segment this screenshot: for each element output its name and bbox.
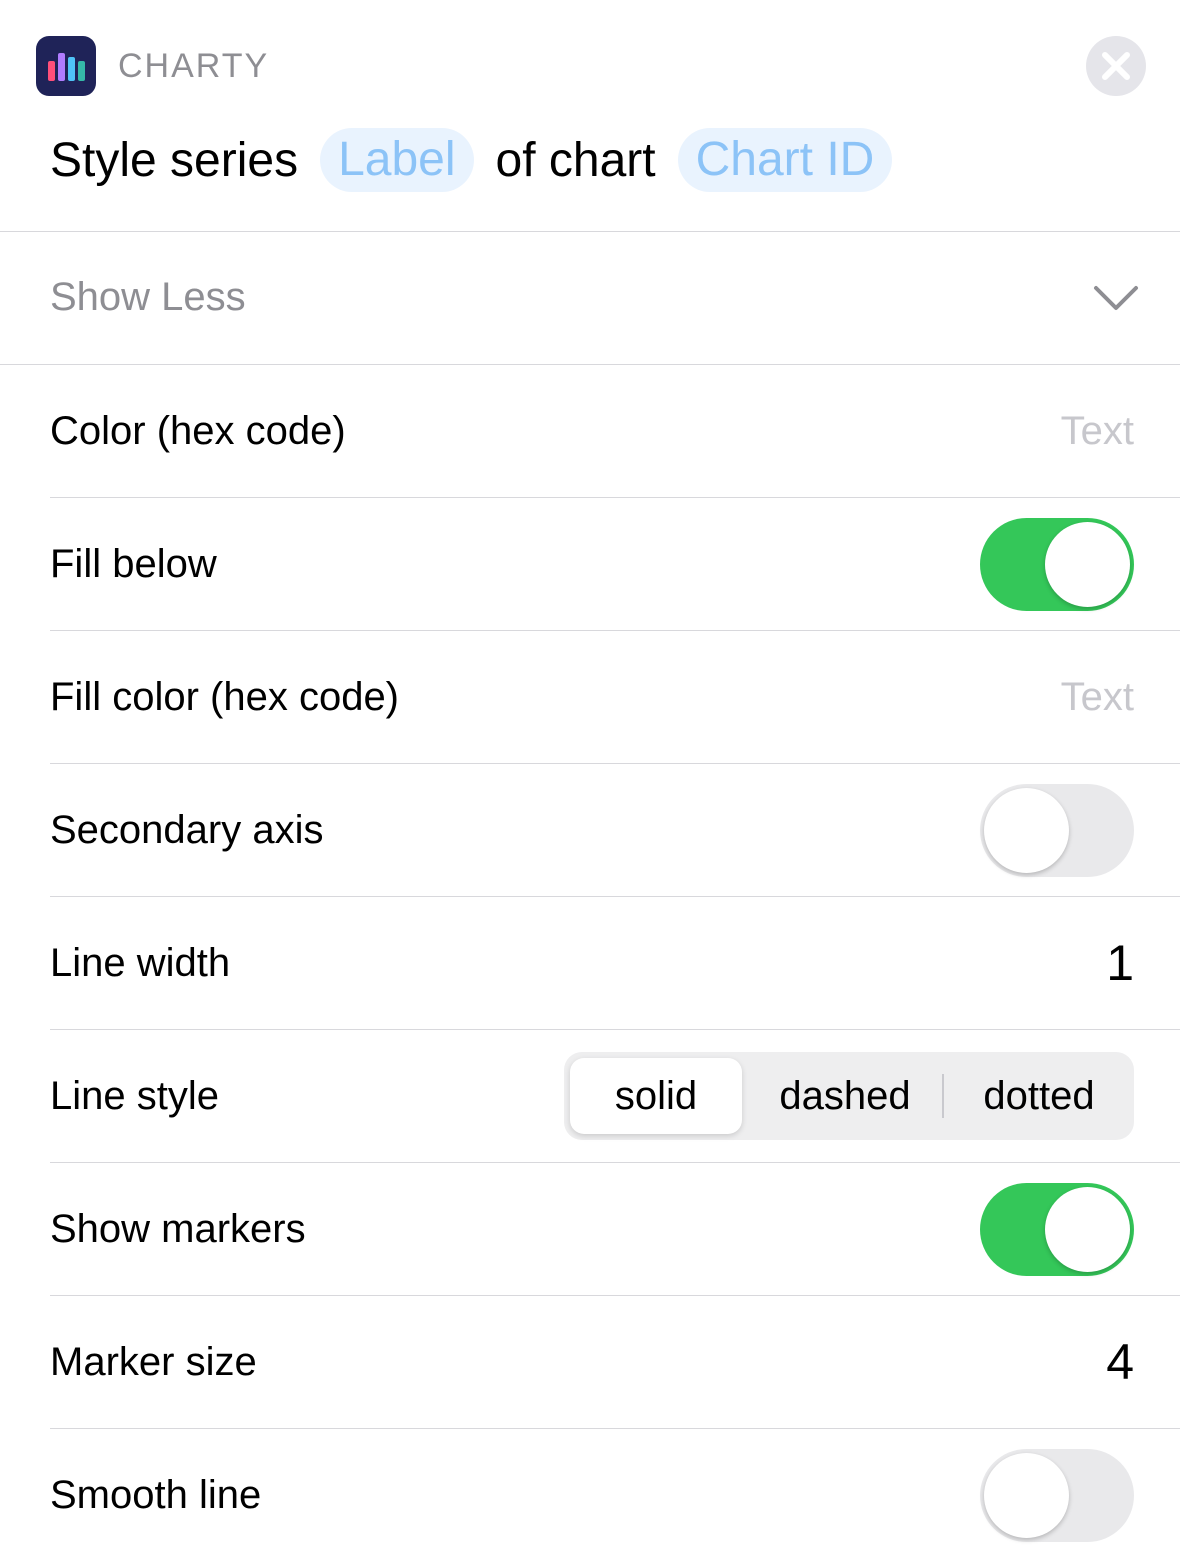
line-style-row: Line style solid dashed dotted xyxy=(50,1030,1180,1163)
title-text: Style series xyxy=(50,133,299,187)
line-width-label: Line width xyxy=(50,941,231,985)
label-token[interactable]: Label xyxy=(320,128,474,192)
color-input[interactable]: Text xyxy=(1061,365,1134,498)
chart-id-token[interactable]: Chart ID xyxy=(677,128,893,192)
smooth-line-toggle[interactable] xyxy=(980,1449,1134,1542)
fill-color-input[interactable]: Text xyxy=(1061,631,1134,764)
toggle-knob xyxy=(1045,1187,1130,1272)
secondary-axis-label: Secondary axis xyxy=(50,808,324,852)
segment-solid[interactable]: solid xyxy=(570,1058,742,1134)
smooth-line-label: Smooth line xyxy=(50,1473,262,1517)
color-label: Color (hex code) xyxy=(50,409,346,453)
line-style-segmented-control[interactable]: solid dashed dotted xyxy=(564,1052,1134,1140)
app-name: CHARTY xyxy=(118,46,270,85)
segment-dashed[interactable]: dashed xyxy=(750,1052,940,1140)
line-style-label: Line style xyxy=(50,1074,219,1118)
chevron-down-icon[interactable] xyxy=(1092,280,1140,316)
title-text: of chart xyxy=(495,133,656,187)
show-less-button[interactable]: Show Less xyxy=(50,264,246,330)
marker-size-row[interactable]: Marker size 4 xyxy=(50,1296,1180,1429)
show-markers-row: Show markers xyxy=(50,1163,1180,1296)
color-row[interactable]: Color (hex code) Text xyxy=(50,365,1180,498)
show-markers-label: Show markers xyxy=(50,1207,306,1251)
close-button[interactable] xyxy=(1086,36,1146,96)
show-markers-toggle[interactable] xyxy=(980,1183,1134,1276)
marker-size-value[interactable]: 4 xyxy=(1106,1296,1134,1429)
divider xyxy=(0,231,1180,232)
app-icon-bar xyxy=(77,61,85,81)
bar-chart-icon xyxy=(36,36,96,96)
toggle-knob xyxy=(984,788,1069,873)
action-title: Style series Label of chart Chart ID xyxy=(50,128,914,192)
segment-dotted[interactable]: dotted xyxy=(944,1052,1134,1140)
line-width-row[interactable]: Line width 1 xyxy=(50,897,1180,1030)
app-icon-bar xyxy=(47,61,55,81)
fill-color-row[interactable]: Fill color (hex code) Text xyxy=(50,631,1180,764)
app-header: CHARTY xyxy=(36,36,269,96)
fill-below-toggle[interactable] xyxy=(980,518,1134,611)
secondary-axis-toggle[interactable] xyxy=(980,784,1134,877)
secondary-axis-row: Secondary axis xyxy=(50,764,1180,897)
app-icon-bar xyxy=(67,57,75,81)
app-icon-bar xyxy=(57,53,65,81)
fill-below-row: Fill below xyxy=(50,498,1180,631)
fill-color-label: Fill color (hex code) xyxy=(50,675,400,719)
close-icon xyxy=(1102,52,1130,80)
line-width-value[interactable]: 1 xyxy=(1106,897,1134,1030)
toggle-knob xyxy=(984,1453,1069,1538)
toggle-knob xyxy=(1045,522,1130,607)
marker-size-label: Marker size xyxy=(50,1340,257,1384)
smooth-line-row: Smooth line xyxy=(50,1429,1180,1562)
action-card: CHARTY Style series Label of chart Chart… xyxy=(0,0,1180,1567)
fill-below-label: Fill below xyxy=(50,542,217,586)
